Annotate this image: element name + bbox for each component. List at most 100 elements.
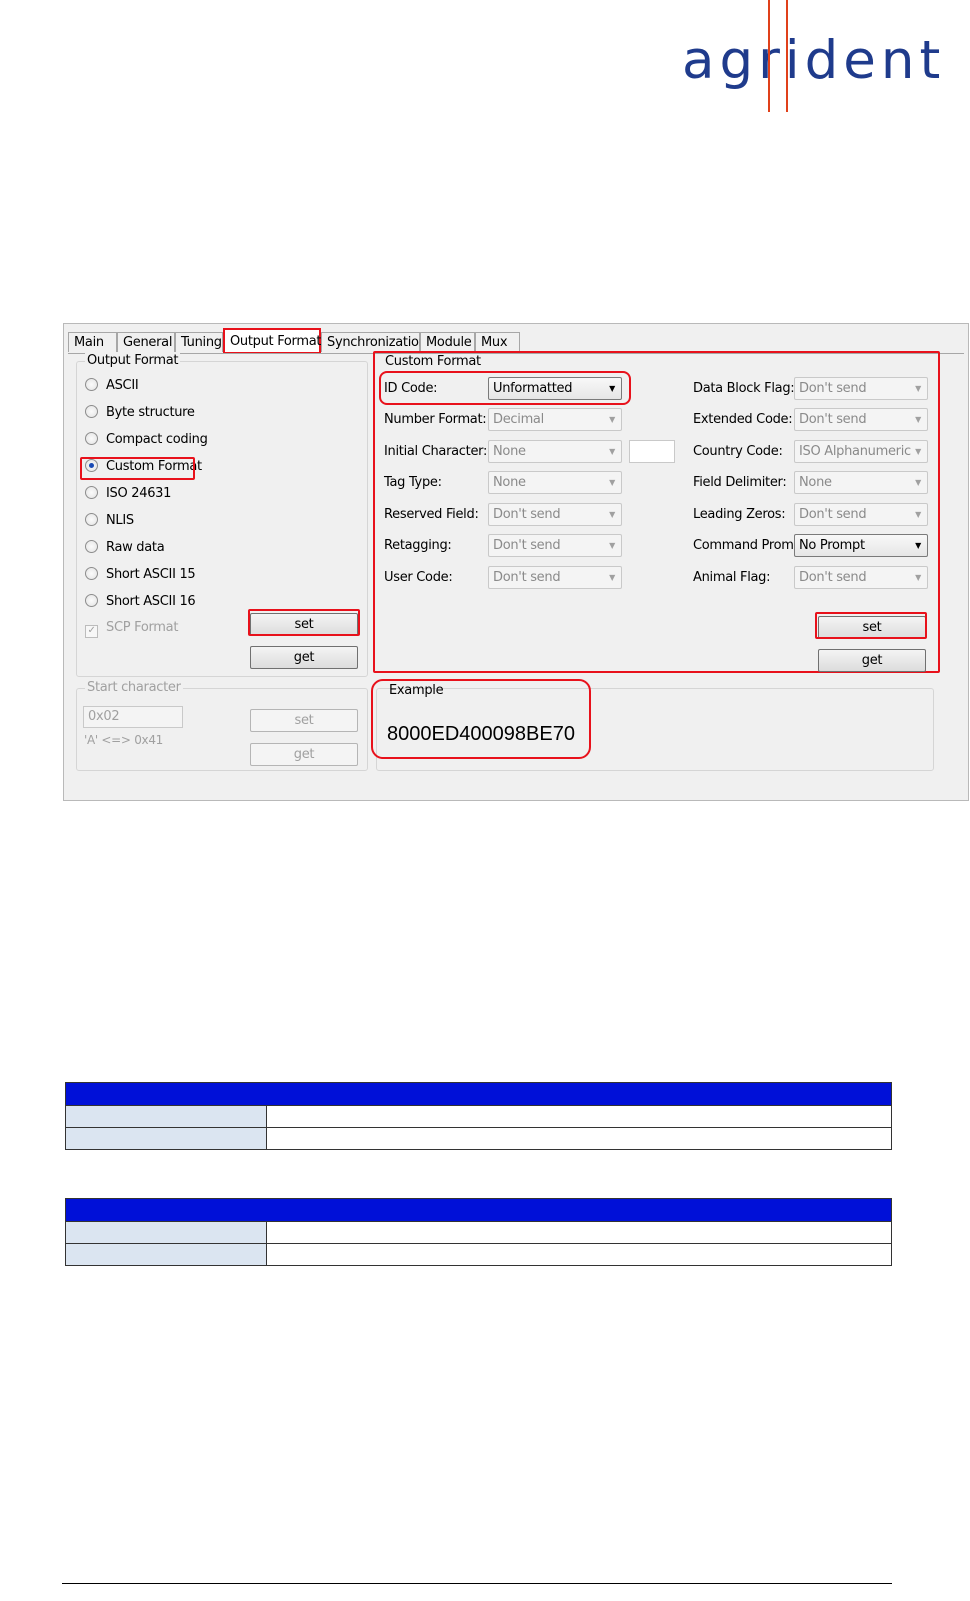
start-character-group: Start character 0x02 'A' <=> 0x41 set ge… [76,680,368,771]
footer-divider [62,1583,892,1584]
id-code-highlight [379,371,631,405]
table-cell [266,1243,892,1266]
reserved-field-value: Don't send [493,507,561,522]
table-row [65,1105,892,1128]
command-prompt-select[interactable]: No Prompt ▼ [794,534,928,557]
reserved-field-select[interactable]: Don't send ▼ [488,503,622,526]
tab-tuning[interactable]: Tuning [175,332,223,352]
start-character-set-button[interactable]: set [250,709,358,732]
tab-mux[interactable]: Mux [475,332,520,352]
custom-format-title: Custom Format [385,354,481,369]
radio-short-ascii-16[interactable]: Short ASCII 16 [85,593,196,611]
radio-button-icon [85,378,98,391]
leading-zeros-value: Don't send [799,507,867,522]
radio-label: NLIS [106,513,134,528]
tab-module[interactable]: Module [420,332,475,352]
custom-format-highlight [80,457,195,480]
tab-output-format[interactable]: Output Format [223,328,322,354]
dropdown-arrow-icon: ▼ [609,447,615,456]
dropdown-arrow-icon: ▼ [915,447,921,456]
table-header [65,1082,892,1106]
tag-type-label: Tag Type: [384,475,442,490]
number-format-label: Number Format: [384,412,487,427]
custom-set-button-highlight [815,612,927,639]
parameter-table-2 [65,1198,892,1266]
dropdown-arrow-icon: ▼ [609,415,615,424]
number-format-select[interactable]: Decimal ▼ [488,408,622,431]
tab-synchronization[interactable]: Synchronization [321,332,427,352]
start-character-title: Start character [85,680,183,695]
retagging-select[interactable]: Don't send ▼ [488,534,622,557]
radio-button-icon [85,594,98,607]
custom-format-get-button[interactable]: get [818,649,926,672]
extended-code-label: Extended Code: [693,412,793,427]
radio-button-icon [85,486,98,499]
checkbox-scp-format[interactable]: ✓ SCP Format [85,619,179,638]
dropdown-arrow-icon: ▼ [915,510,921,519]
dropdown-arrow-icon: ▼ [609,573,615,582]
animal-flag-label: Animal Flag: [693,570,771,585]
user-code-value: Don't send [493,570,561,585]
dropdown-arrow-icon: ▼ [915,541,921,550]
number-format-value: Decimal [493,412,544,427]
radio-label: Short ASCII 15 [106,567,196,582]
radio-label: Raw data [106,540,165,555]
field-delimiter-value: None [799,475,832,490]
field-delimiter-label: Field Delimiter: [693,475,787,490]
start-character-hint: 'A' <=> 0x41 [84,733,164,747]
animal-flag-select[interactable]: Don't send ▼ [794,566,928,589]
logo-divider-line [768,0,770,112]
radio-raw-data[interactable]: Raw data [85,539,165,557]
data-block-flag-select[interactable]: Don't send ▼ [794,377,928,400]
extended-code-select[interactable]: Don't send ▼ [794,408,928,431]
country-code-select[interactable]: ISO Alphanumeric ▼ [794,440,928,463]
table-cell [65,1127,267,1150]
radio-button-icon [85,405,98,418]
tab-general[interactable]: General [117,332,175,352]
checkmark-icon: ✓ [85,625,98,638]
command-prompt-value: No Prompt [799,538,865,553]
user-code-label: User Code: [384,570,453,585]
parameter-table-1 [65,1082,892,1150]
tab-main[interactable]: Main [68,332,117,352]
table-cell [266,1221,892,1244]
table-row [65,1243,892,1266]
initial-character-input[interactable] [629,440,675,463]
field-delimiter-select[interactable]: None ▼ [794,471,928,494]
radio-byte-structure[interactable]: Byte structure [85,404,195,422]
table-cell [266,1105,892,1128]
tag-type-value: None [493,475,526,490]
set-button-highlight [248,609,360,636]
output-format-get-button[interactable]: get [250,646,358,669]
table-cell [65,1221,267,1244]
table-row [65,1127,892,1150]
table-cell [65,1243,267,1266]
start-character-input[interactable]: 0x02 [83,706,183,728]
radio-button-icon [85,432,98,445]
checkbox-label: SCP Format [106,620,179,635]
dropdown-arrow-icon: ▼ [915,415,921,424]
radio-iso-24631[interactable]: ISO 24631 [85,485,171,503]
logo-divider-line [786,0,788,112]
logo-text: agrident [682,30,946,91]
radio-short-ascii-15[interactable]: Short ASCII 15 [85,566,196,584]
leading-zeros-select[interactable]: Don't send ▼ [794,503,928,526]
radio-ascii[interactable]: ASCII [85,377,139,395]
radio-compact-coding[interactable]: Compact coding [85,431,208,449]
table-cell [65,1105,267,1128]
agrident-logo: agrident [682,0,946,115]
initial-character-label: Initial Character: [384,444,488,459]
user-code-select[interactable]: Don't send ▼ [488,566,622,589]
radio-label: Compact coding [106,432,208,447]
example-highlight [371,679,591,759]
start-character-get-button[interactable]: get [250,743,358,766]
radio-label: Short ASCII 16 [106,594,196,609]
country-code-label: Country Code: [693,444,783,459]
radio-nlis[interactable]: NLIS [85,512,134,530]
settings-panel: Main General Tuning Output Format Synchr… [63,323,969,801]
initial-character-select[interactable]: None ▼ [488,440,622,463]
dropdown-arrow-icon: ▼ [915,384,921,393]
dropdown-arrow-icon: ▼ [609,541,615,550]
extended-code-value: Don't send [799,412,867,427]
tag-type-select[interactable]: None ▼ [488,471,622,494]
